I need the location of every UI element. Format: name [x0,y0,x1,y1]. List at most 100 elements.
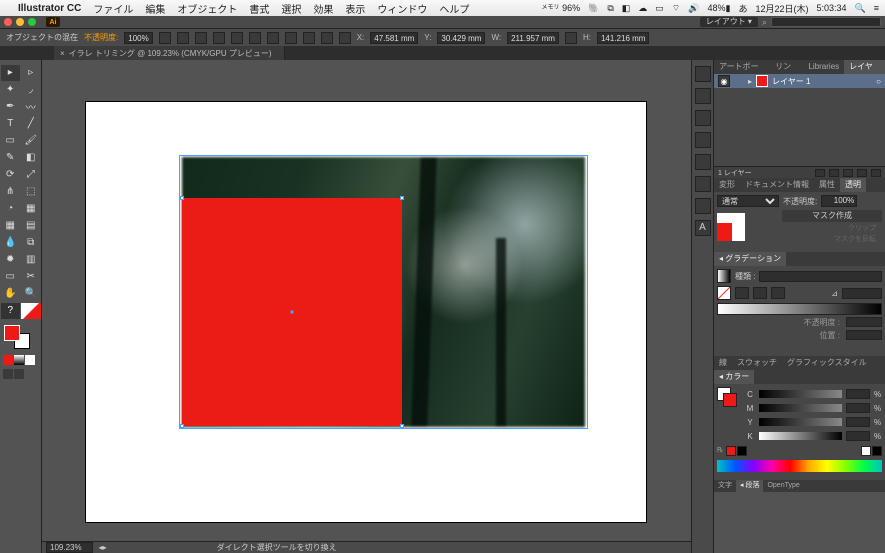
shaper-tool[interactable]: ✎ [1,150,21,166]
width-tool[interactable]: ⋔ [1,184,21,200]
curvature-tool[interactable]: 〰 [21,99,41,115]
canvas-area[interactable]: 109.23% ◂ ▸ ダイレクト選択ツールを切り換え [42,60,691,553]
locate-layer-icon[interactable] [815,169,825,177]
transparency-thumbnail[interactable] [717,213,745,241]
artboard-tool[interactable]: ▭ [1,269,21,285]
tab-attributes[interactable]: 属性 [814,178,840,192]
eyedropper-tool[interactable]: 💧 [1,235,21,251]
status-battery[interactable]: 48% ▮ [707,3,730,14]
gradient-angle-field[interactable] [842,288,882,299]
perspective-tool[interactable]: ▦ [21,201,41,217]
tiny-swatch-black[interactable] [737,446,747,456]
visibility-toggle-icon[interactable]: ◉ [718,75,730,87]
opacity-field[interactable]: 100% [124,32,152,44]
type-tool[interactable]: T [1,116,21,132]
search-input[interactable] [771,17,881,27]
m-field[interactable] [846,403,870,413]
gradient-stroke2-icon[interactable] [753,287,767,299]
tab-swatches[interactable]: スウォッチ [732,356,782,370]
menu-select[interactable]: 選択 [281,1,301,16]
status-input-icon[interactable]: あ [738,2,747,15]
align-stroke-icon[interactable] [159,32,171,44]
m-slider[interactable] [759,404,842,412]
y-field[interactable] [846,417,870,427]
status-app-icon[interactable]: ◧ [622,3,631,14]
symbol-sprayer-tool[interactable]: ✹ [1,252,21,268]
tab-transform[interactable]: 変形 [714,178,740,192]
color-spectrum[interactable] [717,460,882,472]
make-mask-button[interactable]: マスク作成 [782,210,882,222]
mesh-tool[interactable]: ▦ [1,218,21,234]
tab-character[interactable]: 文字 [714,480,736,492]
hand-tool[interactable]: ✋ [1,286,21,302]
new-layer-icon[interactable] [857,169,867,177]
red-rectangle-object[interactable] [182,198,402,426]
menu-view[interactable]: 表示 [345,1,365,16]
window-close-button[interactable] [4,18,12,26]
status-wifi-icon[interactable]: ⌔ [672,3,680,14]
k-slider[interactable] [759,432,842,440]
anchor-top-right[interactable] [400,196,404,200]
app-name[interactable]: Illustrator CC [18,3,81,14]
menu-effect[interactable]: 効果 [313,1,333,16]
align-vcenter-icon[interactable] [249,32,261,44]
dock-pathfinder-icon[interactable] [695,198,711,214]
workspace-switcher[interactable]: レイアウト ▾ [700,17,758,27]
document-tab[interactable]: × イラレ トリミング @ 109.23% (CMYK/GPU プレビュー) [54,46,285,60]
menu-help[interactable]: ヘルプ [439,1,469,16]
magic-wand-tool[interactable]: ✦ [1,82,21,98]
make-clipping-mask-icon[interactable] [829,169,839,177]
gradient-sample-icon[interactable] [717,269,731,283]
w-field[interactable]: 211.957 mm [507,32,559,44]
lasso-tool[interactable]: ◞ [21,82,41,98]
status-evernote-icon[interactable]: 🐘 [588,3,599,14]
x-field[interactable]: 47.581 mm [370,32,418,44]
gradient-stroke3-icon[interactable] [771,287,785,299]
tab-links[interactable]: リンク [770,60,803,74]
color-stroke-swatch[interactable] [723,393,737,407]
status-time[interactable]: 5:03:34 [816,3,846,13]
fill-stroke-swatches[interactable] [0,323,41,353]
link-wh-icon[interactable] [565,32,577,44]
blend-mode-select[interactable]: 通常 [717,195,779,207]
zoom-tool[interactable]: 🔍 [21,286,41,302]
none-mode-icon[interactable] [25,355,35,365]
transform-panel-icon[interactable] [321,32,333,44]
gradient-type-select[interactable] [759,271,882,282]
delete-layer-icon[interactable] [871,169,881,177]
paintbrush-tool[interactable]: 🖌 [21,133,41,149]
free-transform-tool[interactable]: ⬚ [21,184,41,200]
fill-swatch[interactable] [4,325,20,341]
tp-opacity-field[interactable]: 100% [821,195,857,207]
align-top-icon[interactable] [231,32,243,44]
direct-selection-tool[interactable]: ▹ [21,65,41,81]
tab-gradient[interactable]: ◂ グラデーション [714,252,786,266]
menu-file[interactable]: ファイル [93,1,133,16]
layer-name[interactable]: レイヤー 1 [772,76,810,87]
rectangle-tool[interactable]: ▭ [1,133,21,149]
disclosure-triangle-icon[interactable]: ▸ [748,77,752,86]
status-date[interactable]: 12月22日(木) [755,2,808,15]
gradient-tool[interactable]: ▤ [21,218,41,234]
tab-stroke[interactable]: 線 [714,356,732,370]
c-slider[interactable] [759,390,842,398]
y-field[interactable]: 30.429 mm [437,32,485,44]
tab-transparency[interactable]: 透明 [840,178,866,192]
align-left-icon[interactable] [177,32,189,44]
shape-builder-tool[interactable]: ◔ [1,201,21,217]
tiny-swatch-none[interactable] [861,446,871,456]
default-fill-stroke-icon[interactable] [21,303,41,319]
selection-tool[interactable]: ▸ [1,65,21,81]
gradient-stroke1-icon[interactable] [735,287,749,299]
dock-color-icon[interactable] [695,66,711,82]
status-display-icon[interactable]: ▭ [655,3,664,14]
align-bottom-icon[interactable] [267,32,279,44]
graph-tool[interactable]: ▥ [21,252,41,268]
menu-type[interactable]: 書式 [249,1,269,16]
tab-opentype[interactable]: OpenType [763,480,803,492]
dock-align-icon[interactable] [695,176,711,192]
gradient-swatch-icon[interactable] [717,286,731,300]
tab-layers[interactable]: レイヤー [844,60,885,74]
line-tool[interactable]: ╱ [21,116,41,132]
screen-mode-normal-icon[interactable] [3,369,13,379]
